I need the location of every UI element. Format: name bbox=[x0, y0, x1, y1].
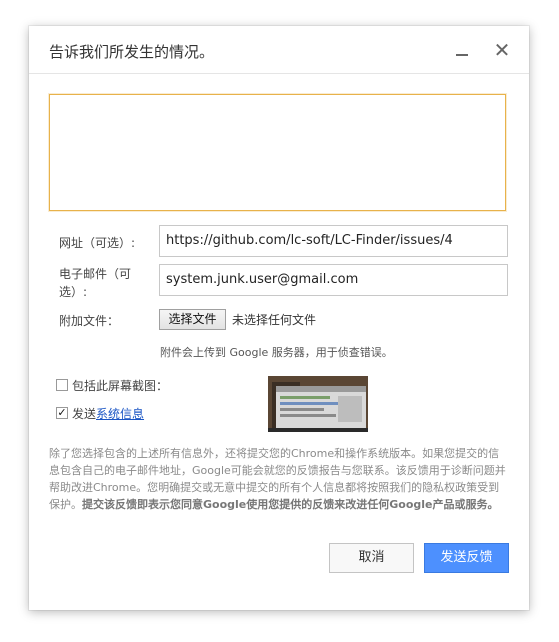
sysinfo-checkbox-label: 发送系统信息 bbox=[72, 405, 144, 422]
cancel-button[interactable]: 取消 bbox=[329, 543, 414, 573]
legal-notice: 除了您选择包含的上述所有信息外，还将提交您的Chrome和操作系统版本。如果您提… bbox=[49, 445, 509, 513]
attach-label: 附加文件： bbox=[59, 314, 120, 328]
screenshot-thumbnail-image bbox=[268, 376, 368, 432]
close-icon[interactable]: ✕ bbox=[492, 40, 512, 60]
url-field[interactable]: https://github.com/lc-soft/LC-Finder/iss… bbox=[159, 225, 508, 257]
title-divider bbox=[29, 73, 529, 74]
email-label-line1: 电子邮件（可 bbox=[59, 267, 132, 281]
system-info-link[interactable]: 系统信息 bbox=[96, 407, 144, 421]
minimize-icon[interactable] bbox=[456, 54, 468, 56]
upload-note: 附件会上传到 Google 服务器，用于侦查错误。 bbox=[160, 346, 393, 359]
dialog-title: 告诉我们所发生的情况。 bbox=[49, 43, 215, 61]
sysinfo-label-prefix: 发送 bbox=[72, 407, 97, 421]
no-file-text: 未选择任何文件 bbox=[232, 313, 317, 327]
legal-bold-text: 提交该反馈即表示您同意Google使用您提供的反馈来改进任何Google产品或服… bbox=[82, 498, 499, 511]
send-feedback-button[interactable]: 发送反馈 bbox=[424, 543, 509, 573]
feedback-dialog: 告诉我们所发生的情况。 ✕ 网址（可选）: https://github.com… bbox=[29, 26, 529, 610]
choose-file-button[interactable]: 选择文件 bbox=[159, 309, 226, 330]
description-textarea[interactable] bbox=[49, 94, 506, 211]
sysinfo-checkbox[interactable]: ✓ bbox=[56, 407, 68, 419]
screenshot-checkbox-label: 包括此屏幕截图： bbox=[72, 379, 169, 393]
url-label: 网址（可选）: bbox=[59, 236, 136, 250]
screenshot-thumbnail[interactable] bbox=[268, 376, 368, 432]
email-label: 电子邮件（可 选）: bbox=[59, 265, 131, 301]
email-label-line2: 选）: bbox=[59, 285, 88, 299]
email-field[interactable]: system.junk.user@gmail.com bbox=[159, 264, 508, 296]
screenshot-checkbox[interactable] bbox=[56, 379, 68, 391]
checkmark-icon: ✓ bbox=[57, 406, 67, 419]
